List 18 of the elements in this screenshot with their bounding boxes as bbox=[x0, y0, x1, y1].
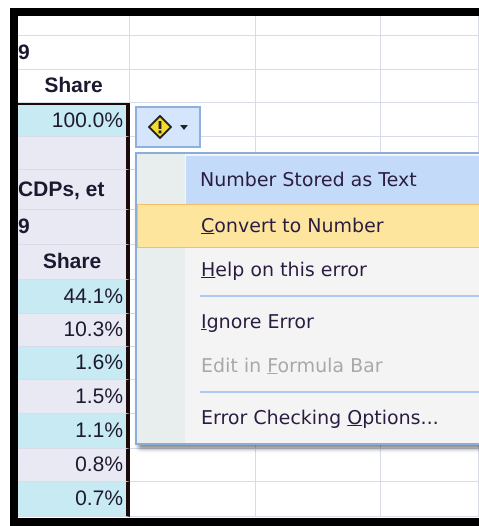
table-cell: Share bbox=[18, 245, 130, 280]
menu-title: Number Stored as Text bbox=[186, 156, 479, 204]
menu-item[interactable]: Ignore Error bbox=[137, 300, 479, 344]
table-cell: 1.1% bbox=[18, 414, 130, 449]
table-cell: 9 bbox=[18, 210, 130, 245]
menu-item[interactable]: Convert to Number bbox=[137, 204, 479, 248]
table-cell: 44.1% bbox=[18, 280, 130, 314]
table-cell: CDPs, et bbox=[18, 170, 130, 210]
table-cell: 0.7% bbox=[18, 482, 130, 517]
table-cell: 0.8% bbox=[18, 449, 130, 482]
table-cell: Share bbox=[18, 70, 130, 103]
table-cell: 1.6% bbox=[18, 347, 130, 380]
menu-item[interactable]: Help on this error bbox=[137, 248, 479, 292]
table-cell: 1.5% bbox=[18, 380, 130, 414]
table-cell: 9 bbox=[18, 36, 130, 70]
menu-item[interactable]: Error Checking Options... bbox=[137, 396, 479, 440]
table-cell: 10.3% bbox=[18, 314, 130, 347]
table-cell: 100.0% bbox=[18, 103, 130, 137]
